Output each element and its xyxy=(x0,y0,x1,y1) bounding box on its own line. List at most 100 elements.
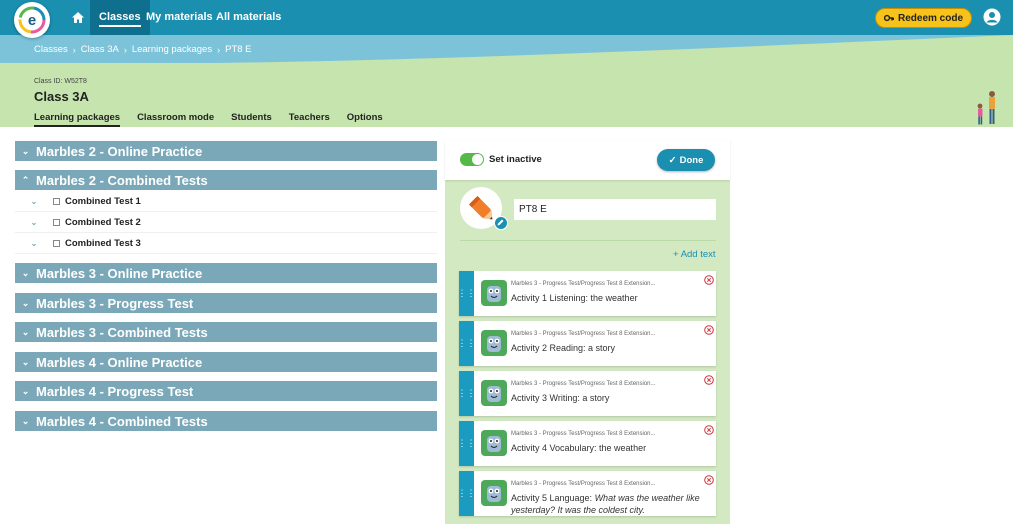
activity-card[interactable]: ⋮⋮ Marbles 3 - Progress Test/Progress Te… xyxy=(458,421,716,466)
package-label: Marbles 3 - Online Practice xyxy=(36,265,203,281)
activity-title: Activity 2 Reading: a story xyxy=(511,342,709,354)
nav-my-materials[interactable]: My materials xyxy=(146,0,213,35)
redeem-code-button[interactable]: Redeem code xyxy=(875,8,972,28)
user-account-icon[interactable] xyxy=(983,8,1001,26)
monster-mascot-icon xyxy=(487,386,501,402)
nav-all-materials[interactable]: All materials xyxy=(216,0,281,35)
set-inactive-toggle[interactable] xyxy=(460,153,484,166)
divider xyxy=(460,240,716,241)
monster-mascot-icon xyxy=(487,486,501,502)
remove-icon[interactable] xyxy=(704,425,714,435)
nav-classes[interactable]: Classes xyxy=(90,0,150,35)
breadcrumb-classes[interactable]: Classes xyxy=(34,44,68,55)
drag-handle-icon[interactable]: ⋮⋮ xyxy=(458,271,476,316)
activity-path: Marbles 3 - Progress Test/Progress Test … xyxy=(511,431,656,437)
package-label: Marbles 4 - Online Practice xyxy=(36,354,203,370)
tab-students[interactable]: Students xyxy=(231,112,272,127)
activity-thumbnail xyxy=(481,480,507,506)
breadcrumb-current: PT8 E xyxy=(225,44,252,55)
drag-handle-icon[interactable]: ⋮⋮ xyxy=(458,471,476,516)
edit-pencil-icon xyxy=(497,219,504,226)
app-logo[interactable]: e xyxy=(14,2,50,38)
logo-icon: e xyxy=(18,6,46,34)
package-label: Marbles 4 - Progress Test xyxy=(36,383,194,399)
chevron-down-icon: ⌄ xyxy=(21,415,30,426)
tab-classroom-mode[interactable]: Classroom mode xyxy=(137,112,214,127)
drag-handle-icon[interactable]: ⋮⋮ xyxy=(458,371,476,416)
remove-icon[interactable] xyxy=(704,475,714,485)
done-button[interactable]: ✓ Done xyxy=(657,149,715,171)
chevron-down-icon: ⌄ xyxy=(21,385,30,396)
tab-options[interactable]: Options xyxy=(347,112,383,127)
tab-learning-packages[interactable]: Learning packages xyxy=(34,112,121,127)
package-marbles-2-online-practice[interactable]: ⌄ Marbles 2 - Online Practice xyxy=(15,141,437,161)
drag-handle-icon[interactable]: ⋮⋮ xyxy=(458,321,476,366)
package-marbles-3-combined-tests[interactable]: ⌄ Marbles 3 - Combined Tests xyxy=(15,322,437,342)
list-item[interactable]: ⌄ Combined Test 1 xyxy=(15,191,437,212)
activity-title: Activity 1 Listening: the weather xyxy=(511,292,709,304)
activity-path: Marbles 3 - Progress Test/Progress Test … xyxy=(511,281,656,287)
remove-icon[interactable] xyxy=(704,275,714,285)
list-item-label: Combined Test 2 xyxy=(65,216,141,228)
edit-icon-button[interactable] xyxy=(494,216,508,230)
activity-title-text: Activity 2 Reading: a story xyxy=(511,343,616,353)
activity-path: Marbles 3 - Progress Test/Progress Test … xyxy=(511,481,656,487)
home-button[interactable] xyxy=(66,0,90,35)
remove-icon[interactable] xyxy=(704,375,714,385)
package-marbles-3-online-practice[interactable]: ⌄ Marbles 3 - Online Practice xyxy=(15,263,437,283)
breadcrumb-class[interactable]: Class 3A xyxy=(81,44,119,55)
package-label: Marbles 4 - Combined Tests xyxy=(36,413,208,429)
checkbox[interactable] xyxy=(53,218,60,226)
list-item[interactable]: ⌄ Combined Test 2 xyxy=(15,212,437,233)
nav-classes-label: Classes xyxy=(99,11,141,27)
people-illustration xyxy=(977,91,995,125)
activity-card[interactable]: ⋮⋮ Marbles 3 - Progress Test/Progress Te… xyxy=(458,271,716,316)
page-title: Class 3A xyxy=(34,89,89,104)
package-label: Marbles 3 - Combined Tests xyxy=(36,324,208,340)
chevron-down-icon: ⌄ xyxy=(21,297,30,308)
package-marbles-4-progress-test[interactable]: ⌄ Marbles 4 - Progress Test xyxy=(15,381,437,401)
chevron-down-icon: ⌄ xyxy=(21,356,30,367)
tab-teachers[interactable]: Teachers xyxy=(289,112,330,127)
activity-thumbnail xyxy=(481,430,507,456)
package-name-input[interactable] xyxy=(514,199,716,220)
chevron-down-icon: ⌄ xyxy=(21,145,30,156)
activity-title: Activity 3 Writing: a story xyxy=(511,392,709,404)
chevron-down-icon: ⌄ xyxy=(21,267,30,278)
breadcrumb: Classes › Class 3A › Learning packages ›… xyxy=(34,44,252,55)
chevron-down-icon[interactable]: ⌄ xyxy=(15,239,53,248)
package-marbles-4-combined-tests[interactable]: ⌄ Marbles 4 - Combined Tests xyxy=(15,411,437,431)
package-marbles-4-online-practice[interactable]: ⌄ Marbles 4 - Online Practice xyxy=(15,352,437,372)
chevron-up-icon: ⌃ xyxy=(21,174,30,185)
add-text-button[interactable]: + Add text xyxy=(673,249,716,260)
class-tabs: Learning packages Classroom mode Student… xyxy=(34,112,400,127)
monster-mascot-icon xyxy=(487,286,501,302)
checkbox[interactable] xyxy=(53,239,60,247)
package-marbles-3-progress-test[interactable]: ⌄ Marbles 3 - Progress Test xyxy=(15,293,437,313)
package-label: Marbles 3 - Progress Test xyxy=(36,295,194,311)
chevron-right-icon: › xyxy=(72,44,76,55)
monster-mascot-icon xyxy=(487,336,501,352)
remove-icon[interactable] xyxy=(704,325,714,335)
package-marbles-2-combined-tests[interactable]: ⌃ Marbles 2 - Combined Tests xyxy=(15,170,437,190)
add-text-label: Add text xyxy=(680,249,716,260)
chevron-down-icon[interactable]: ⌄ xyxy=(15,197,53,206)
set-inactive-label: Set inactive xyxy=(489,154,542,165)
activity-title-text: Activity 5 Language: xyxy=(511,493,595,503)
check-icon: ✓ xyxy=(668,154,677,166)
list-item-label: Combined Test 3 xyxy=(65,237,141,249)
list-item[interactable]: ⌄ Combined Test 3 xyxy=(15,233,437,254)
activity-title: Activity 5 Language: What was the weathe… xyxy=(511,492,709,516)
chevron-down-icon[interactable]: ⌄ xyxy=(15,218,53,227)
activity-thumbnail xyxy=(481,330,507,356)
chevron-down-icon: ⌄ xyxy=(21,326,30,337)
checkbox[interactable] xyxy=(53,197,60,205)
breadcrumb-learning-packages[interactable]: Learning packages xyxy=(132,44,212,55)
activity-card[interactable]: ⋮⋮ Marbles 3 - Progress Test/Progress Te… xyxy=(458,371,716,416)
chevron-right-icon: › xyxy=(217,44,221,55)
activity-card[interactable]: ⋮⋮ Marbles 3 - Progress Test/Progress Te… xyxy=(458,471,716,516)
activity-card[interactable]: ⋮⋮ Marbles 3 - Progress Test/Progress Te… xyxy=(458,321,716,366)
chevron-right-icon: › xyxy=(123,44,127,55)
drag-handle-icon[interactable]: ⋮⋮ xyxy=(458,421,476,466)
package-label: Marbles 2 - Combined Tests xyxy=(36,172,208,188)
